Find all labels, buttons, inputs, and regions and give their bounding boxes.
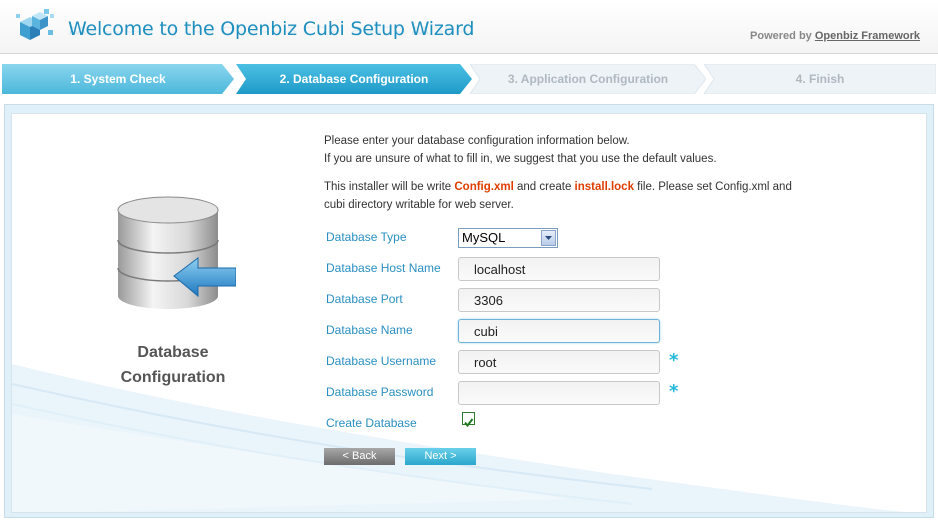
db-name-label: Database Name xyxy=(326,323,413,337)
database-icon xyxy=(117,196,236,309)
content-area: Database Configuration Please enter your… xyxy=(11,113,927,513)
db-host-label: Database Host Name xyxy=(326,261,441,275)
db-type-select[interactable]: MySQL xyxy=(458,228,558,248)
db-type-label: Database Type xyxy=(326,230,407,244)
db-host-field[interactable]: localhost xyxy=(458,257,660,281)
next-button[interactable]: Next > xyxy=(405,448,476,465)
note-text: This installer will be write xyxy=(324,181,455,193)
db-password-label: Database Password xyxy=(326,385,434,399)
powered-by-label: Powered by xyxy=(750,30,812,42)
required-asterisk: * xyxy=(669,350,679,371)
step-label: 3. Application Configuration xyxy=(507,72,669,86)
note-text: and create xyxy=(513,181,575,193)
header: Welcome to the Openbiz Cubi Setup Wizard… xyxy=(0,0,938,54)
install-lock-highlight: install.lock xyxy=(574,181,634,193)
step-label: 2. Database Configuration xyxy=(279,72,429,86)
page-title-reflection: Welcome to the Openbiz Cubi Setup Wizard xyxy=(68,23,475,36)
intro-text: Please enter your database configuration… xyxy=(324,132,844,168)
wizard-steps: 1. System Check 2. Database Configuratio… xyxy=(2,64,936,94)
powered-by: Powered by Openbiz Framework xyxy=(750,30,920,42)
db-username-field[interactable]: root xyxy=(458,350,660,374)
step-label: 1. System Check xyxy=(70,72,166,86)
intro-line1: Please enter your database configuration… xyxy=(324,135,630,147)
required-asterisk: * xyxy=(669,381,679,402)
step-application-configuration: 3. Application Configuration xyxy=(470,64,706,94)
installer-note-line1: This installer will be write Config.xml … xyxy=(324,178,844,196)
section-caption-line1: Database xyxy=(137,344,209,361)
installer-note-line2: cubi directory writable for web server. xyxy=(324,199,514,211)
checkmark-icon xyxy=(464,418,474,428)
db-port-field[interactable]: 3306 xyxy=(458,288,660,312)
step-system-check: 1. System Check xyxy=(2,64,234,94)
create-database-label: Create Database xyxy=(326,416,417,430)
section-caption-line2: Configuration xyxy=(120,369,226,386)
db-password-field[interactable] xyxy=(458,381,660,405)
section-caption: Database Configuration xyxy=(92,340,254,390)
db-port-label: Database Port xyxy=(326,292,403,306)
step-database-configuration: 2. Database Configuration xyxy=(236,64,472,94)
db-name-field[interactable]: cubi xyxy=(458,319,660,343)
db-username-label: Database Username xyxy=(326,354,437,368)
chevron-down-icon[interactable] xyxy=(541,230,556,246)
back-button[interactable]: < Back xyxy=(324,448,395,465)
intro-line2: If you are unsure of what to fill in, we… xyxy=(324,153,717,165)
config-xml-highlight: Config.xml xyxy=(454,181,514,193)
db-type-value: MySQL xyxy=(462,230,506,245)
step-finish: 4. Finish xyxy=(704,64,936,94)
step-label: 4. Finish xyxy=(795,72,845,86)
cubes-logo-icon xyxy=(16,9,54,40)
openbiz-framework-link[interactable]: Openbiz Framework xyxy=(815,30,920,42)
note-text: file. Please set Config.xml and xyxy=(633,181,792,193)
create-database-checkbox[interactable] xyxy=(462,412,475,428)
main-panel: Database Configuration Please enter your… xyxy=(4,104,934,518)
installer-note: This installer will be write Config.xml … xyxy=(324,178,844,214)
